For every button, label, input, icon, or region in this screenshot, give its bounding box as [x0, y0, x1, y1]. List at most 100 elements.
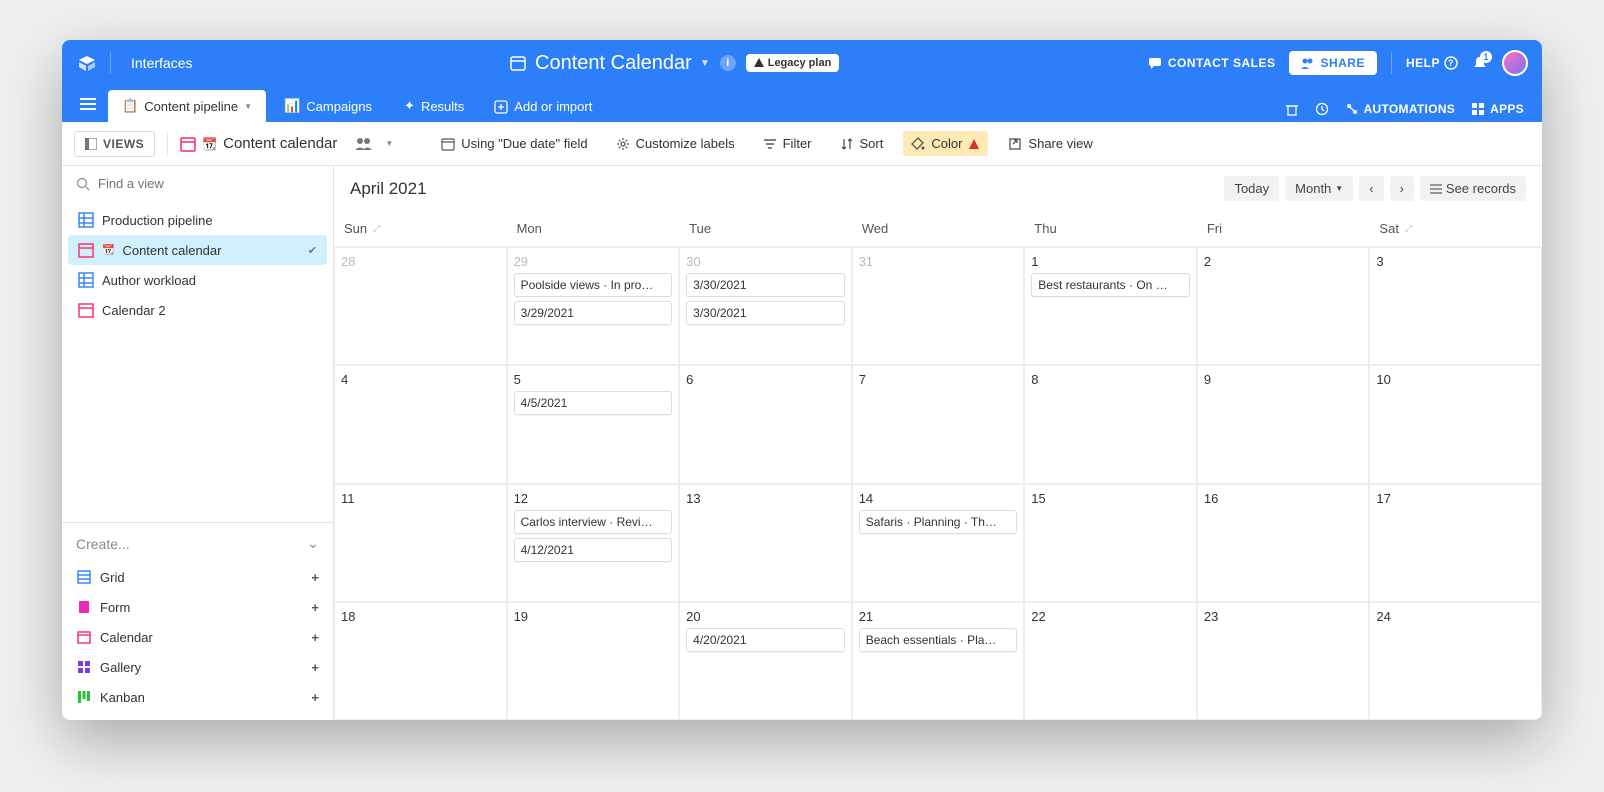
calendar-event[interactable]: 3/29/2021 [514, 301, 673, 325]
calendar-cell[interactable]: 3 [1369, 247, 1542, 365]
automations-button[interactable]: AUTOMATIONS [1345, 102, 1456, 116]
create-form[interactable]: Form + [76, 592, 319, 622]
customize-labels-button[interactable]: Customize labels [608, 131, 743, 156]
calendar-cell[interactable]: 8 [1024, 365, 1197, 483]
apps-button[interactable]: APPS [1471, 102, 1524, 116]
calendar-icon [180, 136, 196, 152]
calendar-cell[interactable]: 23 [1197, 602, 1370, 720]
calendar-cell[interactable]: 21 Beach essentials · Pla… [852, 602, 1025, 720]
notifications-button[interactable]: 1 [1472, 55, 1488, 71]
current-view-name[interactable]: 📆 Content calendar [180, 135, 337, 152]
calendar-cell[interactable]: 19 [507, 602, 680, 720]
expand-icon[interactable]: ⤢ [373, 223, 380, 234]
prev-button[interactable]: ‹ [1359, 176, 1383, 201]
create-kanban[interactable]: Kanban + [76, 682, 319, 712]
calendar-cell[interactable]: 12 Carlos interview · Revi… 4/12/2021 [507, 484, 680, 602]
calendar-cell[interactable]: 2 [1197, 247, 1370, 365]
tab-campaigns[interactable]: 📊 Campaigns [270, 90, 386, 122]
calendar-cell[interactable]: 4 [334, 365, 507, 483]
calendar-cell[interactable]: 30 3/30/2021 3/30/2021 [679, 247, 852, 365]
check-icon: ✔ [308, 244, 317, 257]
history-button[interactable] [1315, 102, 1329, 116]
calendar-cell[interactable]: 11 [334, 484, 507, 602]
calendar-cell[interactable]: 17 [1369, 484, 1542, 602]
calendar-event[interactable]: 3/30/2021 [686, 301, 845, 325]
create-label: Kanban [100, 690, 145, 705]
info-icon[interactable]: i [720, 55, 736, 71]
calendar-event[interactable]: Best restaurants · On … [1031, 273, 1190, 297]
legacy-plan-badge[interactable]: Legacy plan [746, 54, 840, 72]
calendar-event[interactable]: 3/30/2021 [686, 273, 845, 297]
filter-button[interactable]: Filter [755, 131, 820, 156]
view-name-label: Content calendar [223, 135, 337, 152]
calendar-cell[interactable]: 16 [1197, 484, 1370, 602]
share-label: SHARE [1320, 56, 1365, 70]
find-view-input[interactable] [98, 176, 319, 191]
calendar-cell[interactable]: 14 Safaris · Planning · Th… [852, 484, 1025, 602]
calendar-cell[interactable]: 28 [334, 247, 507, 365]
view-item-author-workload[interactable]: Author workload [68, 265, 327, 295]
share-button[interactable]: SHARE [1289, 51, 1377, 75]
calendar-event[interactable]: Safaris · Planning · Th… [859, 510, 1018, 534]
base-title-text: Content Calendar [535, 52, 692, 75]
create-gallery[interactable]: Gallery + [76, 652, 319, 682]
calendar-event[interactable]: Carlos interview · Revi… [514, 510, 673, 534]
color-button[interactable]: Color [903, 131, 988, 156]
view-item-content-calendar[interactable]: 📆 Content calendar ✔ [68, 235, 327, 265]
create-grid[interactable]: Grid + [76, 562, 319, 592]
calendar-cell[interactable]: 29 Poolside views · In pro… 3/29/2021 [507, 247, 680, 365]
calendar-cell[interactable]: 20 4/20/2021 [679, 602, 852, 720]
view-item-calendar-2[interactable]: Calendar 2 [68, 295, 327, 325]
tab-results[interactable]: ✦ Results [390, 90, 478, 122]
see-records-button[interactable]: See records [1420, 176, 1526, 201]
contact-sales-button[interactable]: CONTACT SALES [1148, 56, 1276, 70]
calendar-cell[interactable]: 24 [1369, 602, 1542, 720]
calendar-cell[interactable]: 7 [852, 365, 1025, 483]
next-button[interactable]: › [1390, 176, 1414, 201]
calendar-cell[interactable]: 13 [679, 484, 852, 602]
expand-icon[interactable]: ⤢ [1405, 223, 1412, 234]
app-logo[interactable] [76, 52, 98, 74]
chevron-down-icon[interactable]: ▼ [385, 139, 393, 148]
calendar-cell[interactable]: 18 [334, 602, 507, 720]
scope-dropdown[interactable]: Month ▼ [1285, 176, 1353, 201]
calendar-cell[interactable]: 31 [852, 247, 1025, 365]
calendar-cell[interactable]: 9 [1197, 365, 1370, 483]
user-avatar[interactable] [1502, 50, 1528, 76]
trash-button[interactable] [1285, 102, 1299, 116]
view-item-production-pipeline[interactable]: Production pipeline [68, 205, 327, 235]
interfaces-link[interactable]: Interfaces [123, 51, 200, 75]
calendar-cell[interactable]: 6 [679, 365, 852, 483]
sort-button[interactable]: Sort [832, 131, 892, 156]
chevron-down-icon: ▼ [1335, 184, 1343, 193]
help-button[interactable]: HELP ? [1406, 56, 1458, 70]
calendar-cell[interactable]: 22 [1024, 602, 1197, 720]
calendar-event[interactable]: Poolside views · In pro… [514, 273, 673, 297]
collaborators-button[interactable] [355, 137, 373, 151]
gear-icon [616, 137, 630, 151]
views-toggle-button[interactable]: VIEWS [74, 131, 155, 157]
calendar-cell[interactable]: 1 Best restaurants · On … [1024, 247, 1197, 365]
base-title[interactable]: Content Calendar ▼ [509, 52, 710, 75]
create-toggle[interactable]: Create... ⌄ [76, 535, 319, 562]
tab-label: Results [421, 99, 464, 114]
add-or-import-button[interactable]: Add or import [482, 91, 604, 122]
view-toolbar: VIEWS 📆 Content calendar ▼ Using "Due da… [62, 122, 1542, 166]
calendar-event[interactable]: 4/5/2021 [514, 391, 673, 415]
create-calendar[interactable]: Calendar + [76, 622, 319, 652]
today-button[interactable]: Today [1224, 176, 1279, 201]
calendar-cell[interactable]: 15 [1024, 484, 1197, 602]
tab-content-pipeline[interactable]: 📋 Content pipeline ▼ [108, 90, 266, 122]
day-header-tue: Tue [679, 211, 852, 247]
calendar-event[interactable]: 4/20/2021 [686, 628, 845, 652]
chevron-down-icon: ⌄ [307, 535, 319, 552]
calendar-event[interactable]: Beach essentials · Pla… [859, 628, 1018, 652]
share-view-button[interactable]: Share view [1000, 131, 1100, 156]
calendar-cell[interactable]: 5 4/5/2021 [507, 365, 680, 483]
date-field-button[interactable]: Using "Due date" field [433, 131, 595, 156]
calendar-cell[interactable]: 10 [1369, 365, 1542, 483]
history-icon [1315, 102, 1329, 116]
calendar-event[interactable]: 4/12/2021 [514, 538, 673, 562]
plus-icon: + [311, 690, 319, 705]
menu-icon[interactable] [72, 91, 104, 117]
